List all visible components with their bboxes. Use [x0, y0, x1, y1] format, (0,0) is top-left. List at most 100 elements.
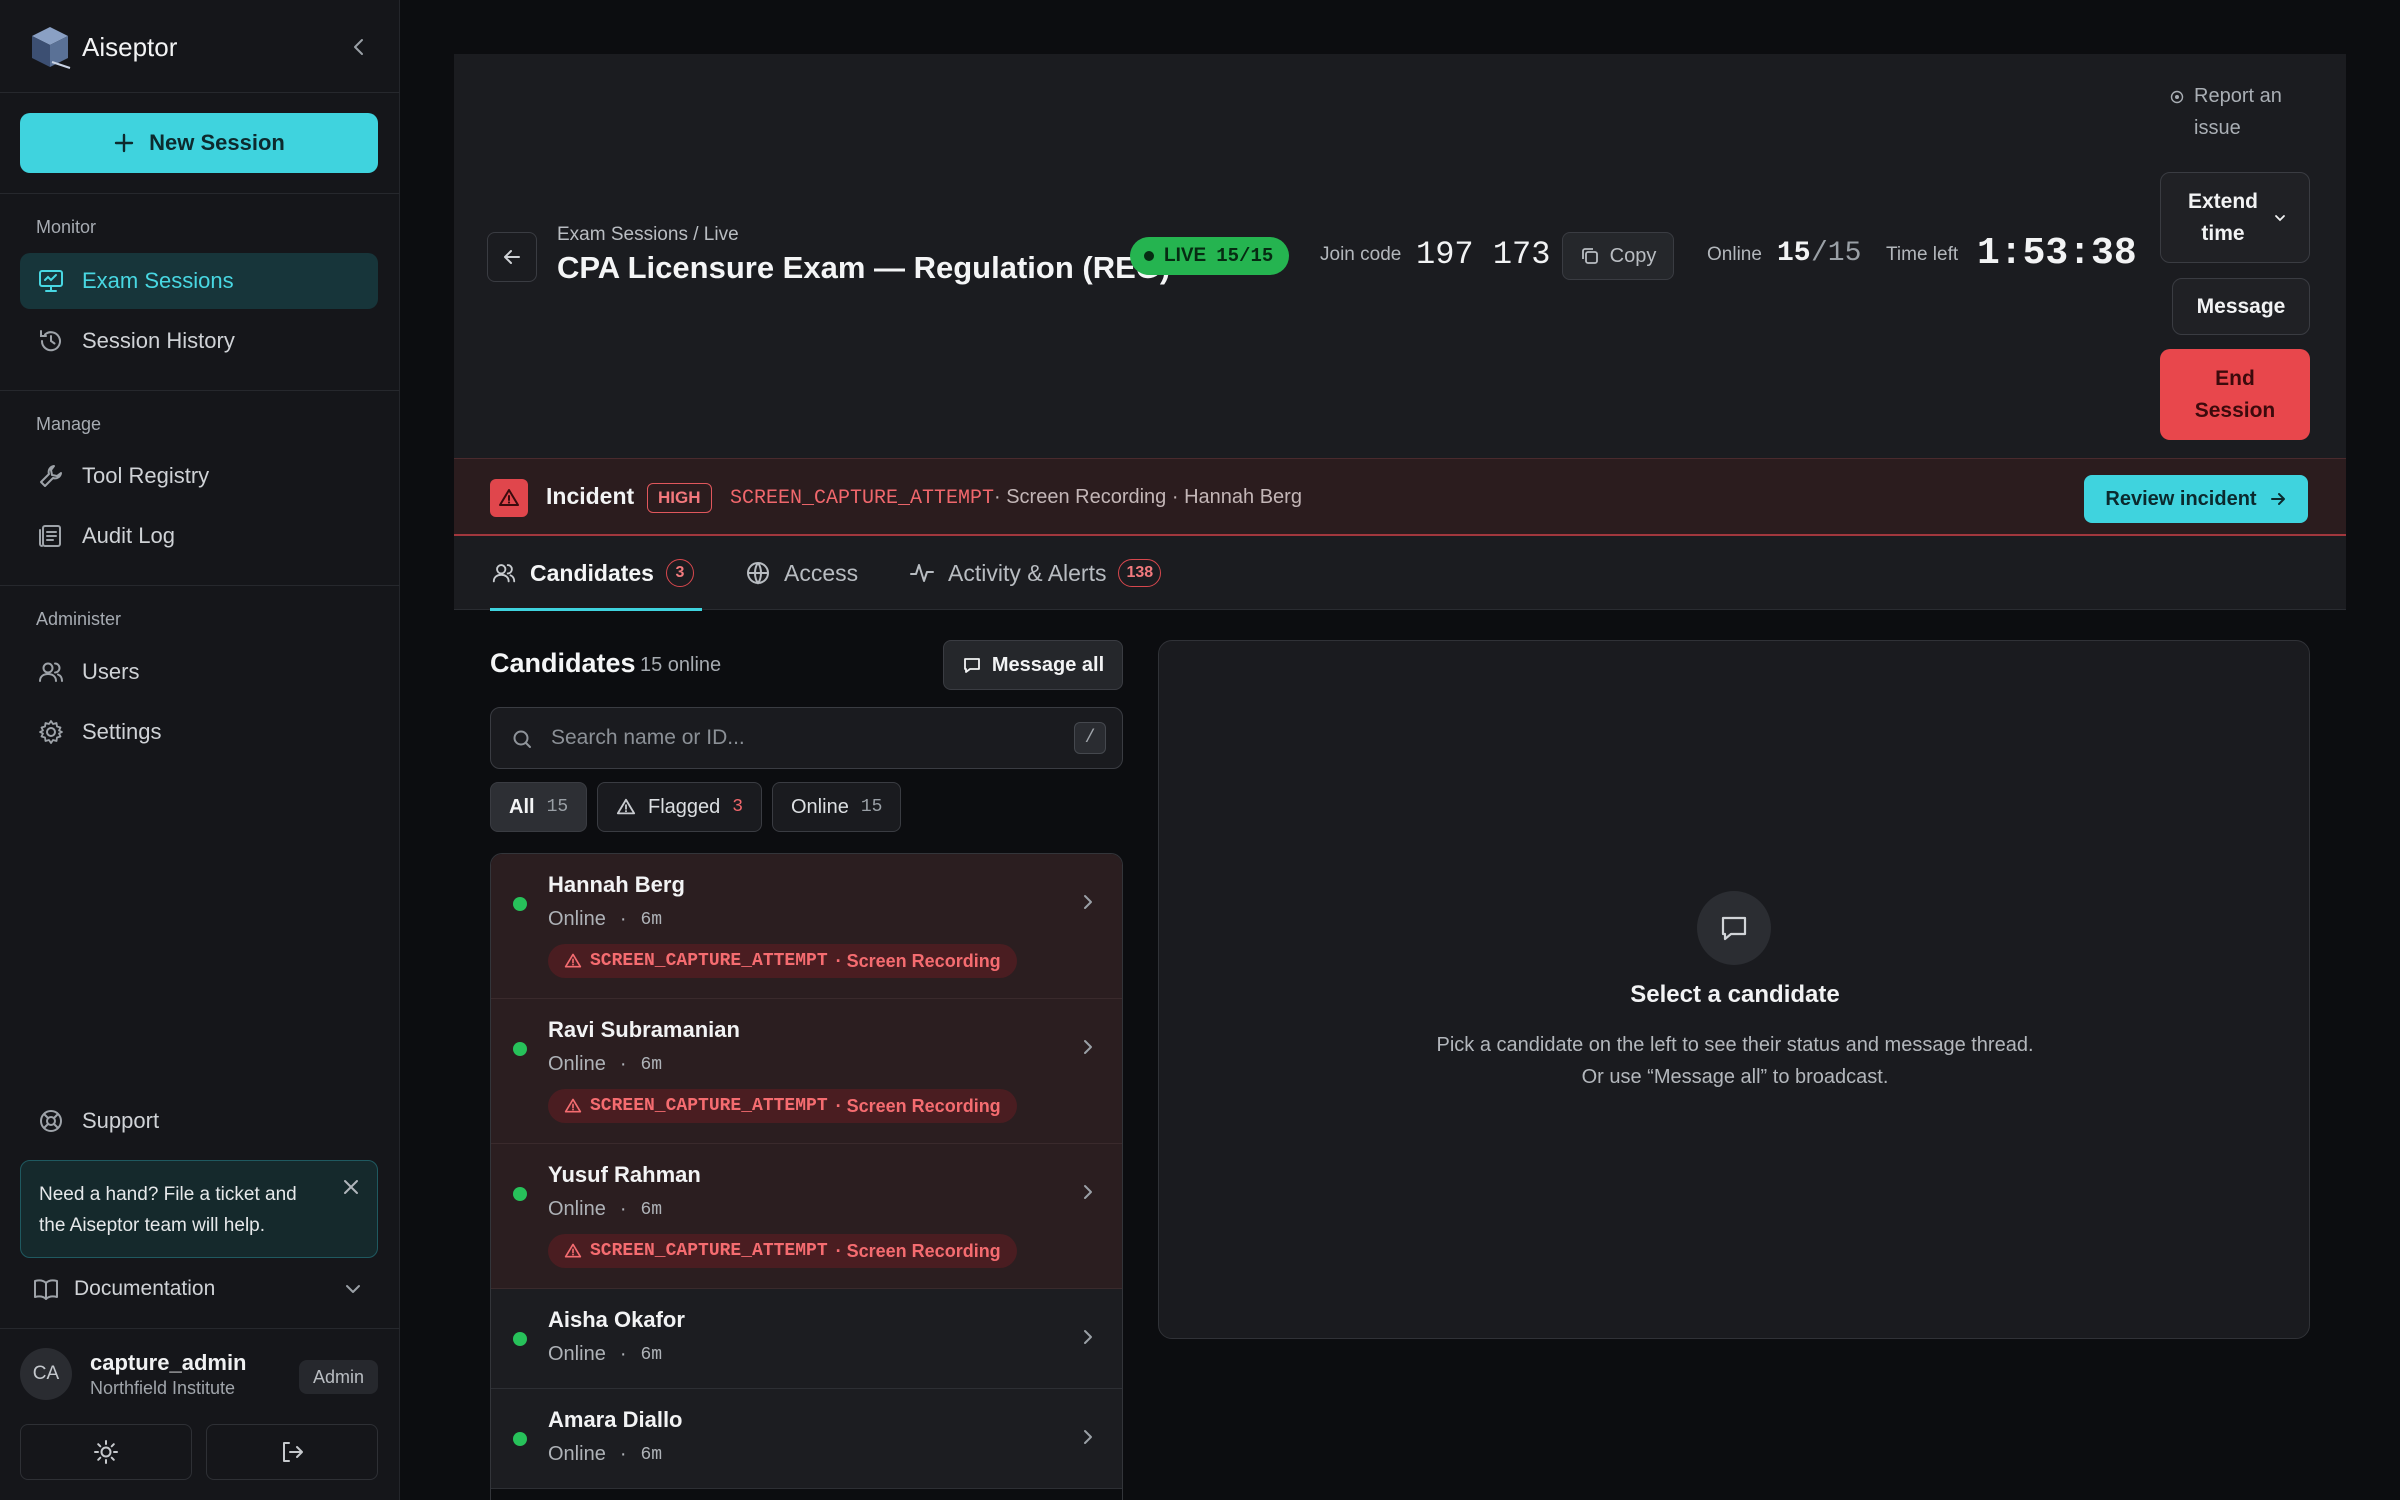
- candidate-name: Aisha Okafor: [548, 1307, 685, 1332]
- help-card: Need a hand? File a ticket and the Aisep…: [20, 1160, 378, 1258]
- close-icon[interactable]: [339, 1175, 363, 1199]
- divider: [0, 193, 400, 194]
- sidebar-item-exam-sessions[interactable]: Exam Sessions: [20, 253, 378, 309]
- copy-label: Copy: [1609, 244, 1657, 267]
- arrow-right-icon: [2269, 490, 2287, 508]
- end-session-button[interactable]: End Session: [2160, 349, 2310, 440]
- warning-icon: [490, 479, 528, 517]
- candidate-search: /: [490, 707, 1123, 769]
- empty-state-title: Select a candidate: [1630, 981, 1840, 1008]
- sidebar-item-users[interactable]: Users: [20, 644, 378, 700]
- documentation-label: Documentation: [74, 1277, 216, 1300]
- candidate-row-yusuf-rahman[interactable]: Yusuf Rahman Online · 6m SCREEN_CAPTURE_AT…: [491, 1144, 1122, 1289]
- candidate-status: Online · 6m: [548, 908, 663, 930]
- message-icon: [962, 655, 982, 675]
- extend-time-button[interactable]: Extend time: [2160, 172, 2310, 263]
- candidate-row-amara-diallo[interactable]: Amara Diallo Online · 6m: [491, 1389, 1122, 1489]
- divider: [0, 92, 400, 93]
- join-code-value: 197 173: [1416, 236, 1551, 273]
- tab-activity-alerts[interactable]: Activity & Alerts 138: [908, 536, 1162, 610]
- filter-online[interactable]: Online 15: [772, 782, 902, 832]
- section-administer-label: Administer: [36, 609, 122, 629]
- help-card-text: Need a hand? File a ticket and the Aisep…: [39, 1184, 297, 1236]
- sidebar-item-label: Session History: [82, 328, 235, 353]
- sidebar-item-support[interactable]: Support: [20, 1093, 378, 1149]
- users-icon: [36, 657, 66, 687]
- breadcrumb[interactable]: Exam Sessions / Live: [557, 224, 739, 246]
- brand[interactable]: Aiseptor: [28, 24, 177, 70]
- warning-icon: [564, 952, 582, 970]
- online-status-dot: [513, 1042, 527, 1056]
- gear-icon: [36, 717, 66, 747]
- sidebar-item-label: Audit Log: [82, 523, 175, 548]
- incident-details: · Screen Recording · Hannah Berg: [994, 486, 1302, 508]
- tab-count-badge: 138: [1118, 559, 1162, 587]
- search-icon: [511, 728, 533, 750]
- history-icon: [36, 326, 66, 356]
- filter-all[interactable]: All 15: [490, 782, 588, 832]
- candidate-row-hannah-berg[interactable]: Hannah Berg Online · 6m SCREEN_CAPTURE_ATT…: [491, 854, 1122, 999]
- search-shortcut-hint: /: [1074, 722, 1106, 754]
- new-session-label: New Session: [149, 130, 285, 155]
- copy-button[interactable]: Copy: [1562, 232, 1674, 280]
- review-incident-label: Review incident: [2105, 487, 2257, 510]
- divider: [0, 1328, 400, 1329]
- candidate-row-ravi-subramanian[interactable]: Ravi Subramanian Online · 6m SCREEN_CAPTUR…: [491, 999, 1122, 1144]
- report-issue-label: Report an issue: [2194, 85, 2282, 139]
- message-all-label: Message all: [991, 653, 1105, 676]
- user-org: Northfield Institute: [90, 1378, 236, 1398]
- sidebar-item-session-history[interactable]: Session History: [20, 313, 378, 369]
- candidates-heading: Candidates: [490, 648, 636, 678]
- candidates-online-count: 15 online: [640, 654, 722, 676]
- tab-bar: Candidates 3 Access Activity & Alerts 13…: [454, 536, 2346, 611]
- live-label: LIVE: [1164, 245, 1207, 266]
- logout-button[interactable]: [206, 1424, 378, 1480]
- divider: [0, 585, 400, 586]
- sidebar-item-label: Tool Registry: [82, 463, 210, 488]
- candidate-status: Online · 6m: [548, 1053, 663, 1075]
- online-status-dot: [513, 1332, 527, 1346]
- tab-candidates[interactable]: Candidates 3: [490, 536, 702, 611]
- message-all-button[interactable]: Message all: [943, 640, 1123, 690]
- live-dot: [1144, 251, 1154, 261]
- user-name: capture_admin: [90, 1350, 247, 1375]
- chevron-right-icon: [1078, 1037, 1098, 1057]
- filter-label: Online: [791, 795, 849, 818]
- avatar: CA: [20, 1348, 72, 1400]
- sidebar-item-audit-log[interactable]: Audit Log: [20, 508, 378, 564]
- empty-state-description: Pick a candidate on the left to see thei…: [1436, 1034, 2034, 1088]
- candidate-name: Yusuf Rahman: [548, 1162, 701, 1187]
- tab-access[interactable]: Access: [744, 536, 858, 610]
- globe-icon: [744, 559, 772, 587]
- candidate-row-aisha-okafor[interactable]: Aisha Okafor Online · 6m: [491, 1289, 1122, 1389]
- documentation-toggle[interactable]: Documentation: [20, 1270, 378, 1308]
- filter-flagged[interactable]: Flagged 3: [597, 782, 763, 832]
- sidebar-item-settings[interactable]: Settings: [20, 704, 378, 760]
- candidate-status: Online · 6m: [548, 1343, 663, 1365]
- back-button[interactable]: [487, 232, 537, 282]
- chevron-right-icon: [1078, 1182, 1098, 1202]
- incident-banner: Incident HIGH SCREEN_CAPTURE_ATTEMPT · S…: [454, 458, 2346, 536]
- incident-label: Incident: [546, 483, 635, 509]
- sidebar-item-tool-registry[interactable]: Tool Registry: [20, 448, 378, 504]
- online-total: /15: [1811, 238, 1862, 269]
- report-issue-link[interactable]: Report an issue: [2170, 80, 2304, 144]
- end-session-label: End Session: [2194, 366, 2276, 422]
- filter-label: Flagged: [648, 795, 721, 818]
- live-status-badge: LIVE 15/15: [1130, 237, 1290, 275]
- user-profile[interactable]: CA capture_admin Northfield Institute Ad…: [20, 1348, 378, 1404]
- search-input[interactable]: [551, 718, 1031, 758]
- chevron-right-icon: [1078, 1427, 1098, 1447]
- live-count: 15/15: [1216, 245, 1274, 267]
- collapse-sidebar-icon[interactable]: [344, 32, 374, 62]
- online-label: Online: [1707, 244, 1762, 265]
- sidebar-item-label: Support: [82, 1108, 160, 1133]
- review-incident-button[interactable]: Review incident: [2084, 475, 2308, 523]
- online-status-dot: [513, 897, 527, 911]
- filter-count: 3: [732, 797, 744, 817]
- candidate-alert-badge: SCREEN_CAPTURE_ATTEMPT · Screen Recording: [548, 1234, 1017, 1268]
- new-session-button[interactable]: New Session: [20, 113, 378, 173]
- message-button[interactable]: Message: [2172, 278, 2310, 335]
- theme-toggle-button[interactable]: [20, 1424, 192, 1480]
- chevron-right-icon: [1078, 892, 1098, 912]
